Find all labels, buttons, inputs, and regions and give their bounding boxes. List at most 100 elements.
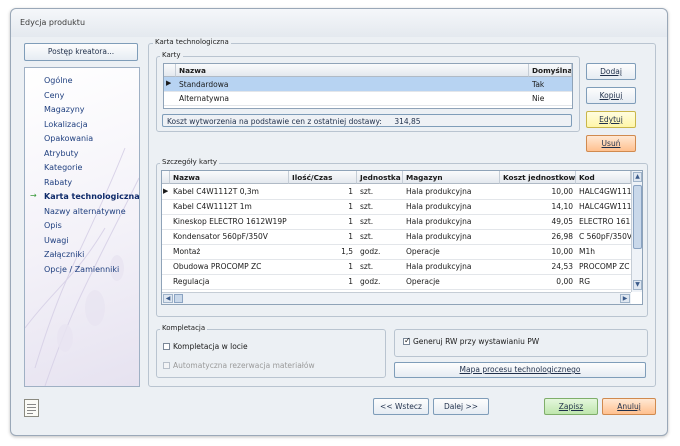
detail-unit: szt.: [360, 202, 374, 211]
sidebar-item-rabaty[interactable]: Rabaty: [44, 178, 72, 187]
cost-field: Koszt wytworzenia na podstawie cen z ost…: [162, 114, 572, 127]
generate-rw-checkbox[interactable]: [403, 336, 411, 345]
process-map-button[interactable]: Mapa procesu technologicznego: [394, 362, 646, 378]
details-col-magazyn[interactable]: Magazyn: [403, 171, 500, 184]
detail-code: HALC4GW111: [579, 187, 631, 196]
back-button[interactable]: << Wstecz: [373, 398, 429, 415]
notes-icon[interactable]: [24, 399, 39, 417]
karta-technologiczna-group-title: Karta technologiczna: [153, 38, 231, 46]
table-row[interactable]: Kondensator 560pF/350V 1 szt. Hala produkcy…: [162, 229, 642, 245]
table-row[interactable]: Kabel C4W1112T 1m 1 szt. Hala produkcyjna 14…: [162, 199, 642, 215]
copy-card-button[interactable]: Kopiuj: [586, 87, 636, 104]
sidebar-item-opcje-zamienniki[interactable]: Opcje / Zamienniki: [44, 265, 119, 274]
vertical-scroll-thumb[interactable]: [633, 185, 642, 249]
detail-qty: 1,5: [341, 247, 353, 256]
auto-reservation-label: Automatyczna rezerwacja materiałów: [173, 361, 315, 370]
kompletacja-group: [156, 329, 386, 378]
row-pointer-icon: ▶: [166, 79, 172, 87]
cost-value: 314,85: [394, 117, 421, 126]
detail-unit-cost: 14,10: [551, 202, 573, 211]
sidebar-item-kategorie[interactable]: Kategorie: [44, 163, 82, 172]
details-col-koszt[interactable]: Koszt jednostkowy: [500, 171, 576, 184]
horizontal-scrollbar[interactable]: ◀ ▶: [162, 292, 631, 304]
cards-group-title: Karty: [160, 51, 183, 59]
details-col-nazwa[interactable]: Nazwa: [170, 171, 289, 184]
detail-unit-cost: 49,05: [551, 217, 573, 226]
sidebar-item-magazyny[interactable]: Magazyny: [44, 105, 85, 114]
table-row[interactable]: Obudowa PROCOMP ZC 1 szt. Hala produkcyjna 2…: [162, 259, 642, 275]
detail-name: Kineskop ELECTRO 1612W19P: [173, 217, 287, 226]
sidebar-item-lokalizacja[interactable]: Lokalizacja: [44, 120, 88, 129]
kompletacja-w-locie-label: Kompletacja w locie: [173, 342, 248, 351]
delete-card-button[interactable]: Usuń: [586, 135, 636, 152]
table-row[interactable]: Alternatywna Nie: [164, 91, 572, 106]
vertical-scrollbar[interactable]: ▲ ▼: [631, 171, 642, 292]
detail-unit: godz.: [360, 277, 381, 286]
scroll-down-icon[interactable]: ▼: [633, 280, 642, 290]
kompletacja-group-title: Kompletacja: [160, 324, 208, 332]
auto-reservation-checkbox: [163, 362, 170, 369]
scroll-left-icon[interactable]: ◀: [163, 294, 173, 303]
details-col-ilosc[interactable]: Ilość/Czas: [289, 171, 357, 184]
sidebar-nav: Ogólne Ceny Magazyny Lokalizacja Opakowa…: [24, 67, 140, 387]
detail-code: C 560pF/350V: [579, 232, 631, 241]
sidebar-item-nazwy-alternatywne[interactable]: Nazwy alternatywne: [44, 207, 126, 216]
sidebar-item-ogolne[interactable]: Ogólne: [44, 76, 72, 85]
detail-qty: 1: [348, 187, 353, 196]
detail-code: ELECTRO 161: [579, 217, 631, 226]
scroll-up-icon[interactable]: ▲: [633, 172, 642, 182]
scroll-right-icon[interactable]: ▶: [620, 294, 630, 303]
detail-qty: 1: [348, 232, 353, 241]
detail-warehouse: Hala produkcyjna: [406, 187, 472, 196]
detail-unit: szt.: [360, 217, 374, 226]
sidebar-item-uwagi[interactable]: Uwagi: [44, 236, 69, 245]
edit-card-button[interactable]: Edytuj: [586, 111, 636, 128]
detail-code: RG: [579, 277, 591, 286]
sidebar-background-art: [25, 147, 139, 386]
title-bar: Edycja produktu: [11, 9, 667, 37]
card-name: Alternatywna: [179, 94, 229, 103]
card-default: Tak: [532, 80, 545, 89]
detail-unit: szt.: [360, 232, 374, 241]
cards-col-nazwa[interactable]: Nazwa: [176, 64, 529, 77]
card-details-group-title: Szczegóły karty: [160, 158, 220, 166]
detail-name: Kabel C4W1112T 1m: [173, 202, 252, 211]
detail-warehouse: Hala produkcyjna: [406, 262, 472, 271]
detail-unit-cost: 10,00: [551, 187, 573, 196]
detail-code: PROCOMP ZC: [579, 262, 630, 271]
sidebar-item-zalaczniki[interactable]: Załączniki: [44, 250, 84, 259]
table-row[interactable]: ▶ Kabel C4W1112T 0,3m 1 szt. Hala produkcyjn…: [162, 184, 642, 200]
table-row[interactable]: Kineskop ELECTRO 1612W19P 1 szt. Hala produ…: [162, 214, 642, 230]
cards-col-domyslna[interactable]: Domyślna: [529, 64, 572, 77]
save-button[interactable]: Zapisz: [544, 398, 598, 415]
cancel-button[interactable]: Anuluj: [602, 398, 656, 415]
detail-code: HALC4GW111: [579, 202, 631, 211]
sidebar-item-karta-technologiczna[interactable]: Karta technologiczna: [44, 192, 139, 201]
sidebar-item-opis[interactable]: Opis: [44, 221, 62, 230]
table-row[interactable]: Regulacja 1 godz. Operacje 0,00 RG: [162, 274, 642, 290]
detail-code: M1h: [579, 247, 595, 256]
delete-label: Usuń: [601, 139, 621, 148]
next-button[interactable]: Dalej >>: [433, 398, 489, 415]
process-map-label: Mapa procesu technologicznego: [459, 365, 581, 374]
sidebar-item-atrybuty[interactable]: Atrybuty: [44, 149, 79, 158]
table-row[interactable]: Montaż 1,5 godz. Operacje 10,00 M1h: [162, 244, 642, 260]
kompletacja-w-locie-checkbox[interactable]: [163, 343, 170, 350]
detail-unit: szt.: [360, 262, 374, 271]
detail-warehouse: Hala produkcyjna: [406, 232, 472, 241]
details-row-header: [162, 171, 170, 184]
detail-name: Kondensator 560pF/350V: [173, 232, 268, 241]
card-name: Standardowa: [179, 80, 229, 89]
table-row[interactable]: ▶ Standardowa Tak: [164, 77, 572, 92]
sidebar-item-opakowania[interactable]: Opakowania: [44, 134, 93, 143]
generate-rw-label: Generuj RW przy wystawianiu PW: [413, 337, 540, 346]
add-card-button[interactable]: Dodaj: [586, 63, 636, 80]
detail-unit: szt.: [360, 187, 374, 196]
window-title: Edycja produktu: [20, 18, 86, 27]
wizard-progress-button[interactable]: Postęp kreatora...: [24, 43, 138, 61]
details-col-jednostka[interactable]: Jednostka: [357, 171, 403, 184]
sidebar-item-ceny[interactable]: Ceny: [44, 91, 64, 100]
details-col-kod[interactable]: Kod: [576, 171, 631, 184]
row-pointer-icon: ▶: [163, 187, 169, 195]
horizontal-scroll-thumb[interactable]: [174, 294, 183, 303]
